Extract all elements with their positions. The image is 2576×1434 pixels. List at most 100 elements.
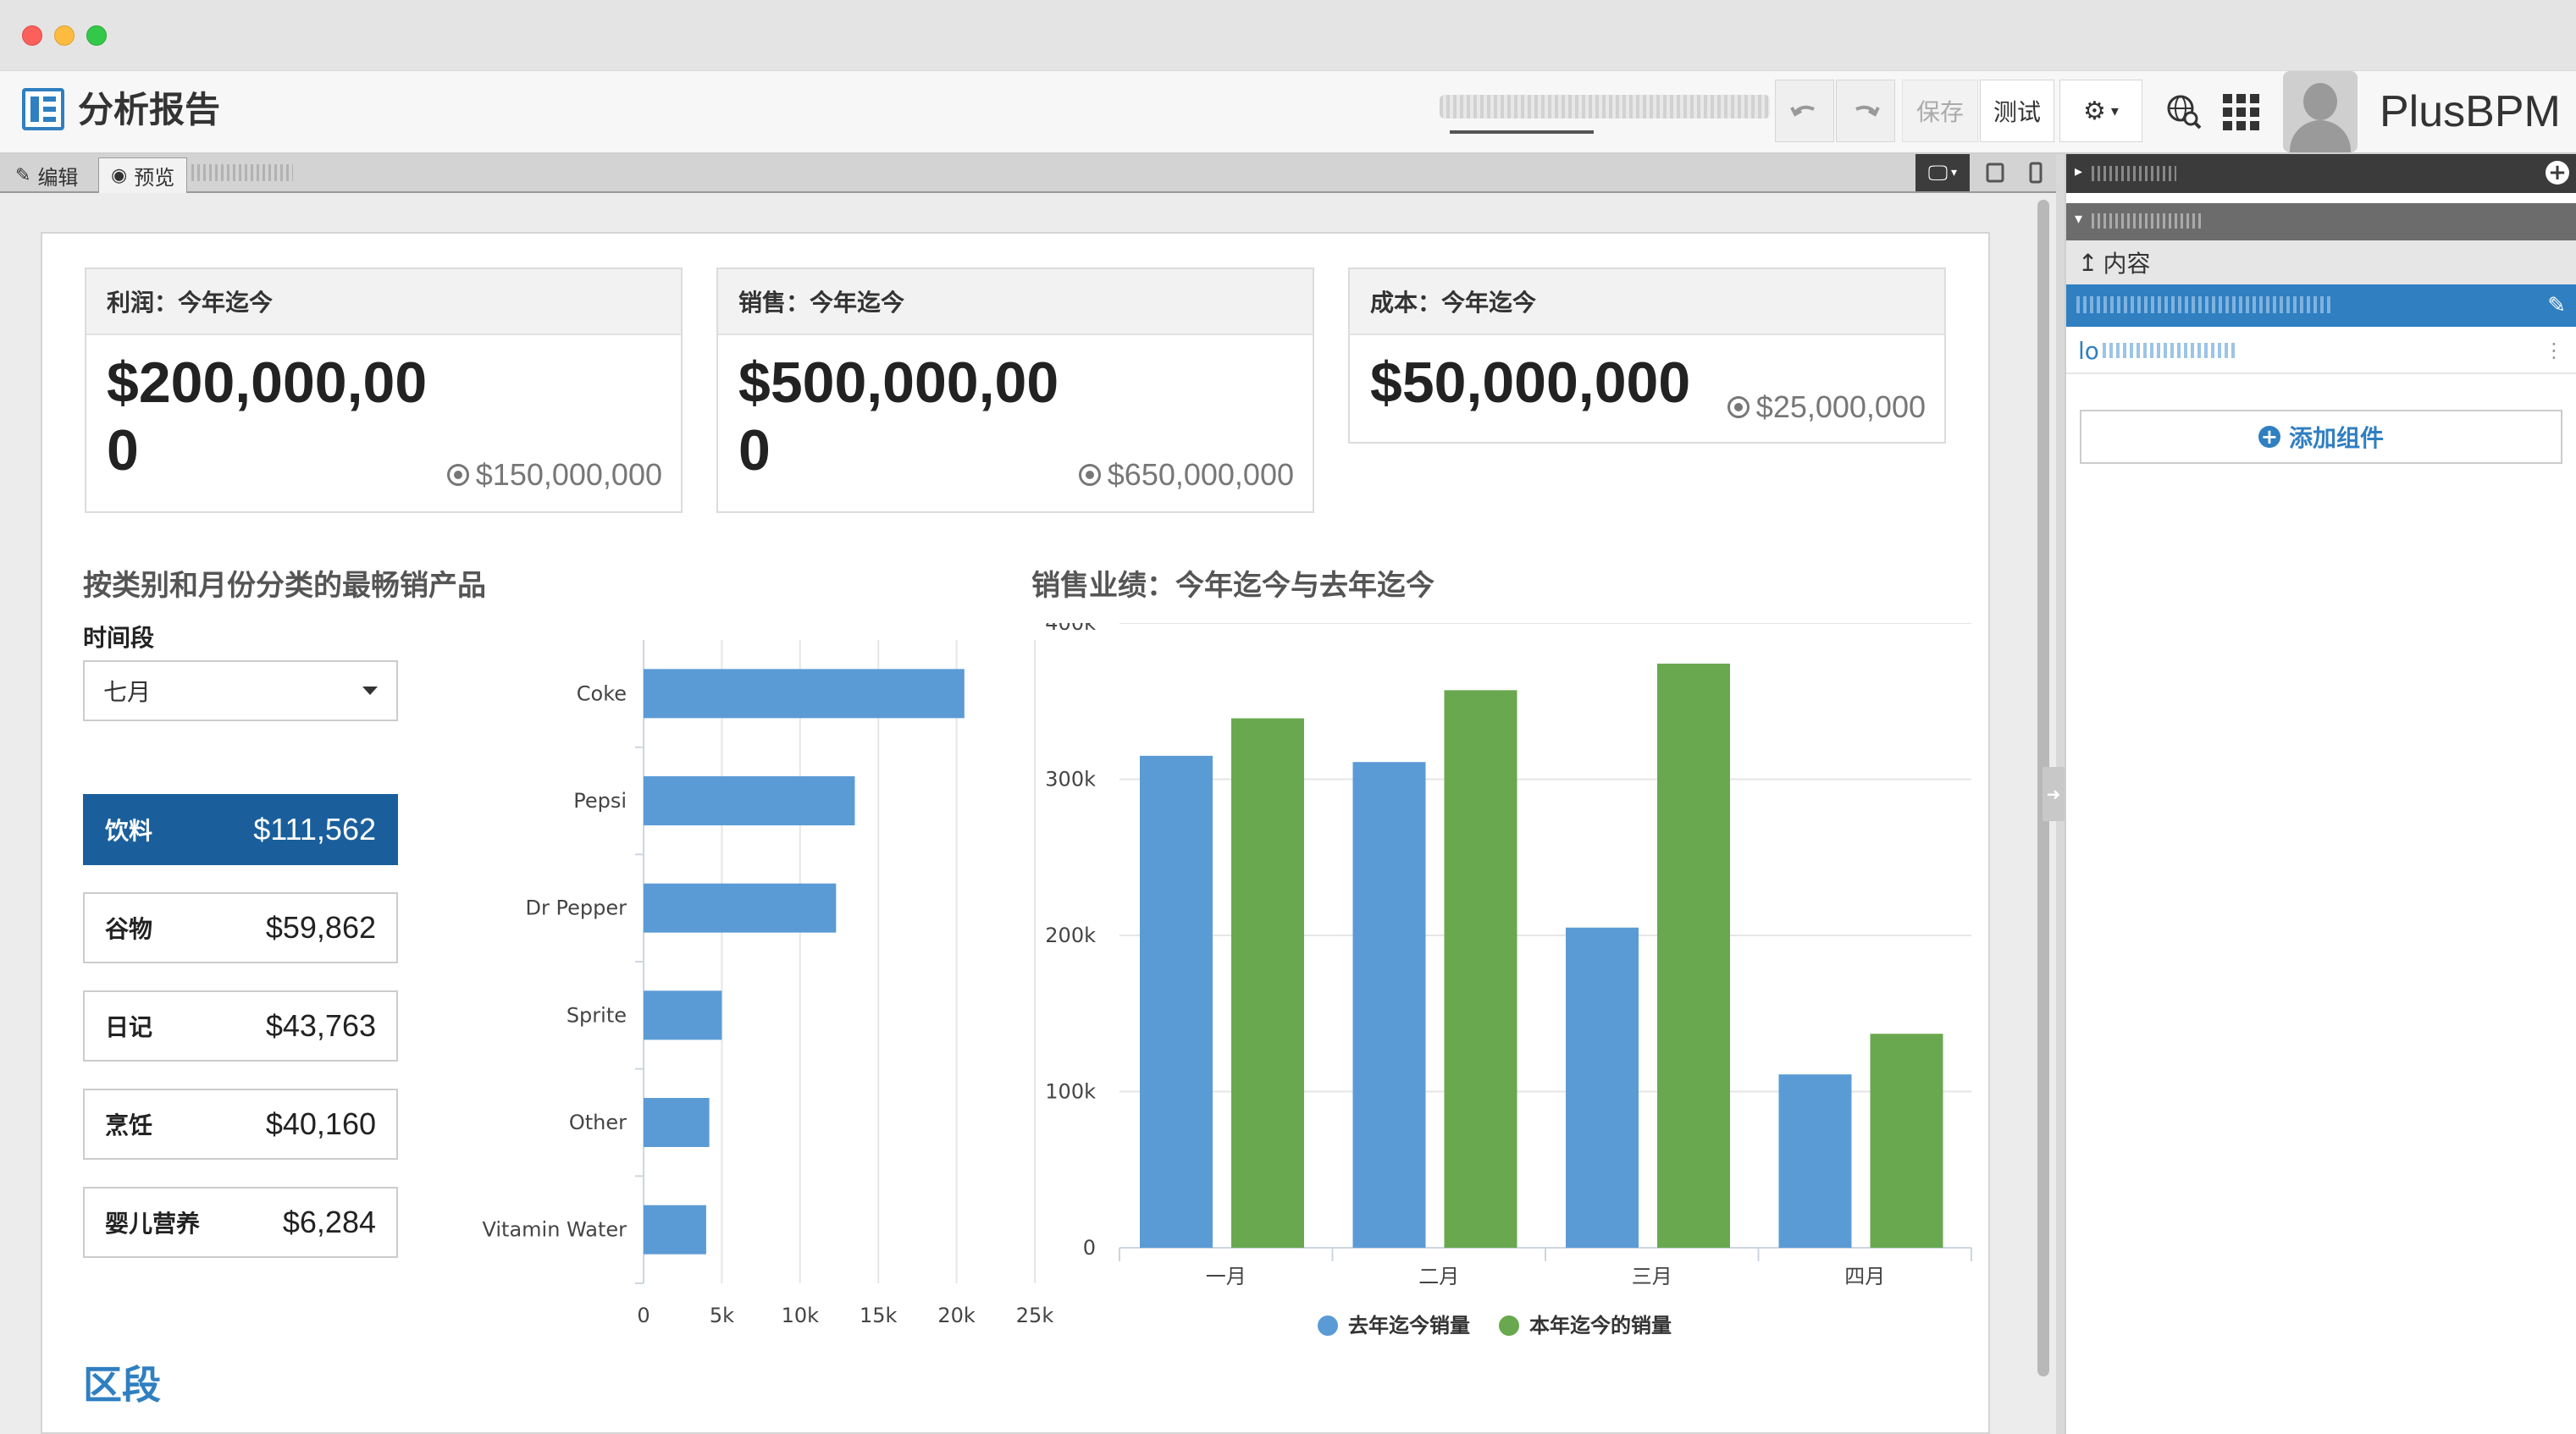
redo-button[interactable] bbox=[1836, 80, 1895, 142]
selected-component-redacted bbox=[2076, 296, 2330, 313]
bar bbox=[1140, 755, 1213, 1248]
legend-label: 去年迄今销量 bbox=[1348, 1314, 1470, 1337]
tab-extra-redacted bbox=[191, 164, 293, 181]
phone-view-button[interactable] bbox=[2019, 157, 2053, 188]
bar bbox=[644, 1098, 710, 1147]
legend-marker bbox=[1499, 1315, 1519, 1336]
panel-subheader[interactable]: ▾ bbox=[2066, 203, 2576, 240]
minimize-window-button[interactable] bbox=[54, 25, 75, 46]
sales-perf-bar-chart: 0 100k 200k 300k 400k 一月 二月 三月 四月去年迄今销量 本年迄今的销量 bbox=[1045, 623, 1972, 1337]
category-button[interactable]: 饮料 $111,562 bbox=[83, 794, 398, 865]
category-button[interactable]: 谷物 $59,862 bbox=[83, 892, 398, 963]
kpi-title: 利润：今年迄今 bbox=[86, 269, 681, 335]
desktop-view-dropdown[interactable]: 🖵 ▾ bbox=[1915, 154, 1970, 191]
bar bbox=[1231, 718, 1304, 1248]
tab-preview-label: 预览 bbox=[134, 166, 175, 190]
bar bbox=[1778, 1074, 1852, 1248]
panel-header: ▸ + bbox=[2066, 154, 2576, 193]
category-button[interactable]: 婴儿营养 $6,284 bbox=[83, 1187, 398, 1258]
caret-right-icon[interactable]: ▸ bbox=[2075, 163, 2082, 180]
bar bbox=[1657, 663, 1730, 1248]
tab-edit[interactable]: ✎ 编辑 bbox=[3, 157, 90, 193]
edit-icon: ✎ bbox=[15, 164, 31, 186]
x-tick-label: 一月 bbox=[1206, 1265, 1247, 1288]
kpi-target: $650,000,000 bbox=[1078, 457, 1294, 493]
bar bbox=[1566, 927, 1639, 1248]
zoom-window-button[interactable] bbox=[86, 25, 107, 46]
target-icon bbox=[1727, 396, 1750, 418]
settings-dropdown-button[interactable]: ⚙ ▾ bbox=[2059, 80, 2142, 142]
add-component-button[interactable]: + 添加组件 bbox=[2080, 410, 2562, 464]
kpi-target: $150,000,000 bbox=[446, 457, 662, 493]
target-icon bbox=[446, 464, 469, 486]
legend-marker bbox=[1318, 1315, 1338, 1336]
test-button[interactable]: 测试 bbox=[1980, 80, 2054, 142]
chevron-down-icon: ▾ bbox=[1951, 166, 1958, 179]
close-window-button[interactable] bbox=[22, 25, 42, 46]
save-button[interactable]: 保存 bbox=[1902, 80, 1978, 142]
undo-icon bbox=[1790, 105, 1815, 117]
plus-circle-icon: + bbox=[2258, 426, 2280, 448]
document-name-underline bbox=[1450, 130, 1594, 134]
target-icon bbox=[1078, 464, 1101, 486]
bar bbox=[644, 990, 722, 1040]
top-products-title: 按类别和月份分类的最畅销产品 bbox=[83, 569, 486, 603]
category-button[interactable]: 日记 $43,763 bbox=[83, 990, 398, 1062]
level-up-icon: ↥ bbox=[2078, 248, 2098, 277]
bar bbox=[1352, 762, 1426, 1248]
bar bbox=[1870, 1034, 1943, 1248]
undo-button[interactable] bbox=[1775, 80, 1834, 142]
selected-component-item[interactable]: ✎ bbox=[2066, 284, 2576, 327]
collapse-panel-arrow-icon[interactable]: ➜ bbox=[2043, 767, 2065, 821]
period-select[interactable]: 七月 bbox=[83, 660, 398, 721]
chevron-down-icon: ▾ bbox=[2110, 102, 2119, 120]
kpi-value: $200,000,00 0 bbox=[107, 350, 428, 483]
content-tree-root[interactable]: ↥ 内容 bbox=[2066, 240, 2576, 284]
x-tick-label: 5k bbox=[710, 1304, 734, 1327]
y-tick-label: 0 bbox=[1083, 1236, 1096, 1260]
kpi-title: 成本：今年迄今 bbox=[1350, 269, 1944, 335]
brand-name: PlusBPM bbox=[2380, 87, 2561, 136]
y-tick-label: 300k bbox=[1045, 768, 1096, 791]
bar bbox=[644, 883, 837, 933]
kpi-card-sales: 销售：今年迄今 $500,000,00 0 $650,000,000 bbox=[716, 267, 1314, 513]
add-icon[interactable]: + bbox=[2546, 161, 2569, 185]
x-tick-label: 四月 bbox=[1844, 1265, 1885, 1288]
bar bbox=[644, 669, 965, 719]
y-tick-label: Coke bbox=[577, 681, 627, 705]
x-tick-label: 三月 bbox=[1632, 1265, 1672, 1288]
component-item[interactable]: lo ⋮ bbox=[2066, 328, 2576, 374]
kpi-value: $500,000,00 0 bbox=[738, 350, 1059, 483]
redo-icon bbox=[1855, 105, 1880, 117]
chevron-down-icon bbox=[362, 687, 378, 695]
y-tick-label: Pepsi bbox=[573, 789, 627, 813]
tab-preview[interactable]: ◉ 预览 bbox=[98, 157, 188, 193]
editor-tab-bar: ✎ 编辑 ◉ 预览 🖵 ▾ bbox=[0, 154, 2056, 193]
kpi-card-cost: 成本：今年迄今 $50,000,000 $25,000,000 bbox=[1348, 267, 1946, 444]
panel-header-redacted bbox=[2092, 166, 2176, 181]
edit-icon[interactable]: ✎ bbox=[2547, 293, 2566, 318]
tab-edit-label: 编辑 bbox=[37, 165, 79, 190]
category-button[interactable]: 烹饪 $40,160 bbox=[83, 1089, 398, 1160]
x-tick-label: 15k bbox=[860, 1304, 898, 1327]
x-tick-label: 10k bbox=[782, 1304, 820, 1327]
monitor-icon: 🖵 bbox=[1927, 161, 1949, 185]
y-tick-label: Sprite bbox=[567, 1003, 627, 1027]
x-tick-label: 二月 bbox=[1418, 1265, 1459, 1288]
y-tick-label: 100k bbox=[1045, 1080, 1096, 1104]
page-title: 分析报告 bbox=[78, 89, 221, 130]
y-tick-label: Dr Pepper bbox=[526, 896, 627, 920]
tablet-icon bbox=[1986, 163, 2004, 183]
eye-icon: ◉ bbox=[111, 165, 128, 186]
component-item-redacted bbox=[2102, 343, 2238, 358]
avatar[interactable] bbox=[2283, 71, 2358, 152]
x-tick-label: 20k bbox=[937, 1304, 976, 1327]
app-header: 分析报告 保存 测试 ⚙ ▾ PlusBPM bbox=[0, 71, 2576, 154]
more-options-icon[interactable]: ⋮ bbox=[2544, 339, 2564, 362]
y-tick-label: 200k bbox=[1045, 924, 1096, 947]
document-name-redacted bbox=[1440, 95, 1770, 119]
tablet-view-button[interactable] bbox=[1978, 157, 2012, 188]
sales-perf-title: 销售业绩：今年迄今与去年迄今 bbox=[1031, 569, 1434, 603]
apps-grid-icon[interactable] bbox=[2217, 86, 2264, 137]
globe-search-icon[interactable] bbox=[2161, 86, 2207, 137]
